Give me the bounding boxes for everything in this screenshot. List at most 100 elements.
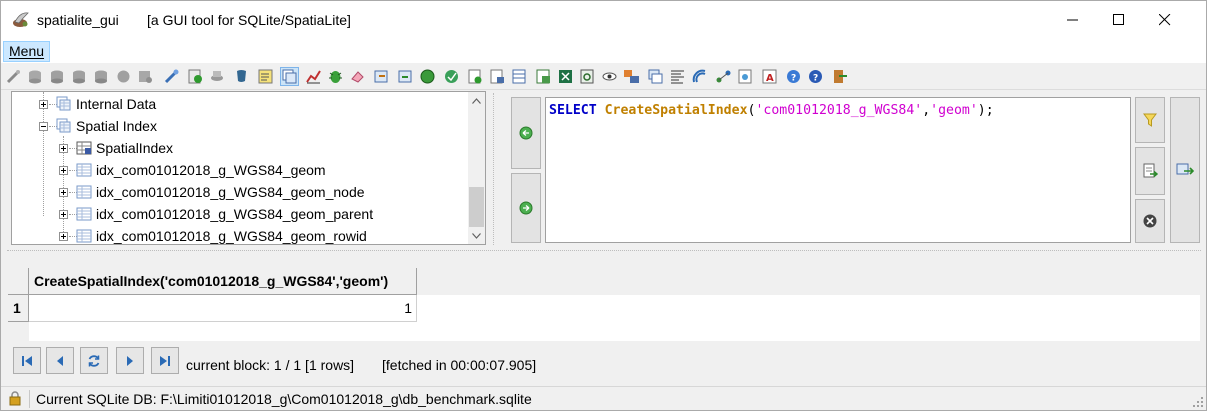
arrow-left-circle-icon: [519, 126, 533, 140]
horizontal-splitter[interactable]: [7, 250, 1201, 254]
last-page-icon: [160, 355, 170, 366]
scroll-thumb[interactable]: [469, 187, 484, 227]
arrow-right-circle-icon: [519, 201, 533, 215]
radar-icon[interactable]: [691, 68, 708, 85]
sql-function: CreateSpatialIndex: [604, 103, 748, 118]
import-icon[interactable]: [397, 68, 414, 85]
create-db-icon[interactable]: [49, 68, 66, 85]
eraser-icon[interactable]: [349, 68, 366, 85]
load-sql-button[interactable]: [1135, 147, 1165, 195]
results-grid: CreateSpatialIndex('com01012018_g_WGS84'…: [8, 260, 1200, 341]
bug-icon[interactable]: [327, 68, 344, 85]
doc-green-icon[interactable]: [467, 68, 484, 85]
table-icon: [76, 207, 92, 221]
doc-blue-icon[interactable]: [489, 68, 506, 85]
previous-block-button[interactable]: [46, 347, 74, 374]
globe-icon[interactable]: [419, 68, 436, 85]
memory-db-icon[interactable]: [71, 68, 88, 85]
tree-item-idx-geom-node[interactable]: idx_com01012018_g_WGS84_geom_node: [12, 181, 472, 203]
svg-text:A: A: [766, 73, 774, 84]
scroll-up-button[interactable]: [468, 92, 485, 109]
app-window: spatialite_gui [a GUI tool for SQLite/Sp…: [0, 0, 1207, 411]
folder-tables-icon: [56, 118, 71, 133]
first-page-icon: [22, 355, 32, 366]
refresh-block-button[interactable]: [80, 347, 108, 374]
sql-editor[interactable]: SELECT CreateSpatialIndex('com01012018_g…: [545, 97, 1131, 243]
chart-icon[interactable]: [305, 68, 322, 85]
tree-item-idx-geom-parent[interactable]: idx_com01012018_g_WGS84_geom_parent: [12, 203, 472, 225]
history-forward-button[interactable]: [511, 173, 541, 243]
expand-icon[interactable]: [59, 166, 68, 175]
dbf-icon[interactable]: [535, 68, 552, 85]
pane-splitter[interactable]: [493, 93, 503, 245]
execute-sql-button[interactable]: [1170, 97, 1200, 243]
refresh-icon: [88, 354, 100, 367]
tree-item-idx-geom[interactable]: idx_com01012018_g_WGS84_geom: [12, 159, 472, 181]
expand-icon[interactable]: [59, 144, 68, 153]
query-history-column: [511, 97, 541, 243]
fetch-time: [fetched in 00:00:07.905]: [382, 357, 537, 373]
export-icon[interactable]: [373, 68, 390, 85]
grid-corner[interactable]: [8, 268, 29, 295]
sql-string-arg: 'com01012018_g_WGS84': [755, 103, 923, 118]
wand-icon[interactable]: [163, 68, 180, 85]
resize-grip-icon[interactable]: [1192, 396, 1204, 408]
help-icon[interactable]: ?: [785, 68, 802, 85]
tree-item-spatialindex-vtable[interactable]: SpatialIndex: [12, 137, 472, 159]
spatial-index-icon[interactable]: [280, 67, 299, 86]
abort-button[interactable]: [1135, 199, 1165, 243]
expand-icon[interactable]: [59, 188, 68, 197]
result-cell[interactable]: 1: [29, 295, 417, 322]
tree-scrollbar[interactable]: [468, 92, 485, 244]
app-description: [a GUI tool for SQLite/SpatiaLite]: [147, 12, 351, 28]
row-header[interactable]: 1: [8, 295, 29, 322]
current-db-path: Current SQLite DB: F:\Limiti01012018_g\C…: [36, 391, 532, 407]
blocks-icon[interactable]: [623, 68, 640, 85]
excel-icon[interactable]: [557, 68, 574, 85]
align-lines-icon[interactable]: [669, 68, 686, 85]
chevron-down-icon: [472, 232, 481, 239]
status-bar: Current SQLite DB: F:\Limiti01012018_g\C…: [1, 386, 1206, 410]
refresh-doc-icon[interactable]: [579, 68, 596, 85]
history-back-button[interactable]: [511, 97, 541, 169]
network-icon[interactable]: [715, 68, 732, 85]
stack-icon[interactable]: [647, 68, 664, 85]
collapse-icon[interactable]: [39, 122, 48, 131]
next-block-button[interactable]: [116, 347, 144, 374]
expand-icon[interactable]: [59, 232, 68, 241]
db-tree-view[interactable]: Internal Data Spatial Index SpatialIndex…: [11, 91, 486, 245]
tree-item-spatial-index[interactable]: Spatial Index: [12, 115, 472, 137]
lock-icon: [9, 391, 21, 406]
tree-item-internal-data[interactable]: Internal Data: [12, 93, 472, 115]
expand-icon[interactable]: [59, 210, 68, 219]
load-txt-icon[interactable]: [257, 68, 274, 85]
last-block-button[interactable]: [151, 347, 179, 374]
attach-db-icon[interactable]: [137, 68, 154, 85]
image-doc-icon[interactable]: [737, 68, 754, 85]
minimize-button[interactable]: [1050, 1, 1096, 39]
eye-icon[interactable]: [601, 68, 618, 85]
close-button[interactable]: [1142, 1, 1188, 39]
globe-check-icon[interactable]: [443, 68, 460, 85]
connect-db-icon[interactable]: [5, 68, 22, 85]
tree-item-idx-geom-rowid[interactable]: idx_com01012018_g_WGS84_geom_rowid: [12, 225, 472, 244]
column-header[interactable]: CreateSpatialIndex('com01012018_g_WGS84'…: [29, 268, 417, 295]
vacuum-icon[interactable]: [115, 68, 132, 85]
save-memory-db-icon[interactable]: [93, 68, 110, 85]
about-icon[interactable]: ?: [807, 68, 824, 85]
virtual-shapefile-icon[interactable]: [209, 68, 226, 85]
close-icon: [1159, 14, 1171, 26]
menu-button[interactable]: Menu: [3, 41, 51, 62]
table-export-icon[interactable]: [511, 68, 528, 85]
postgresql-icon[interactable]: [233, 68, 250, 85]
maximize-button[interactable]: [1096, 1, 1142, 39]
load-shapefile-icon[interactable]: [187, 68, 204, 85]
filter-icon: [1143, 113, 1157, 127]
scroll-down-button[interactable]: [468, 227, 485, 244]
exit-icon[interactable]: [831, 68, 848, 85]
expand-icon[interactable]: [39, 100, 48, 109]
disconnect-db-icon[interactable]: [27, 68, 44, 85]
filter-button[interactable]: [1135, 97, 1165, 143]
font-icon[interactable]: A: [761, 68, 778, 85]
first-block-button[interactable]: [13, 347, 41, 374]
